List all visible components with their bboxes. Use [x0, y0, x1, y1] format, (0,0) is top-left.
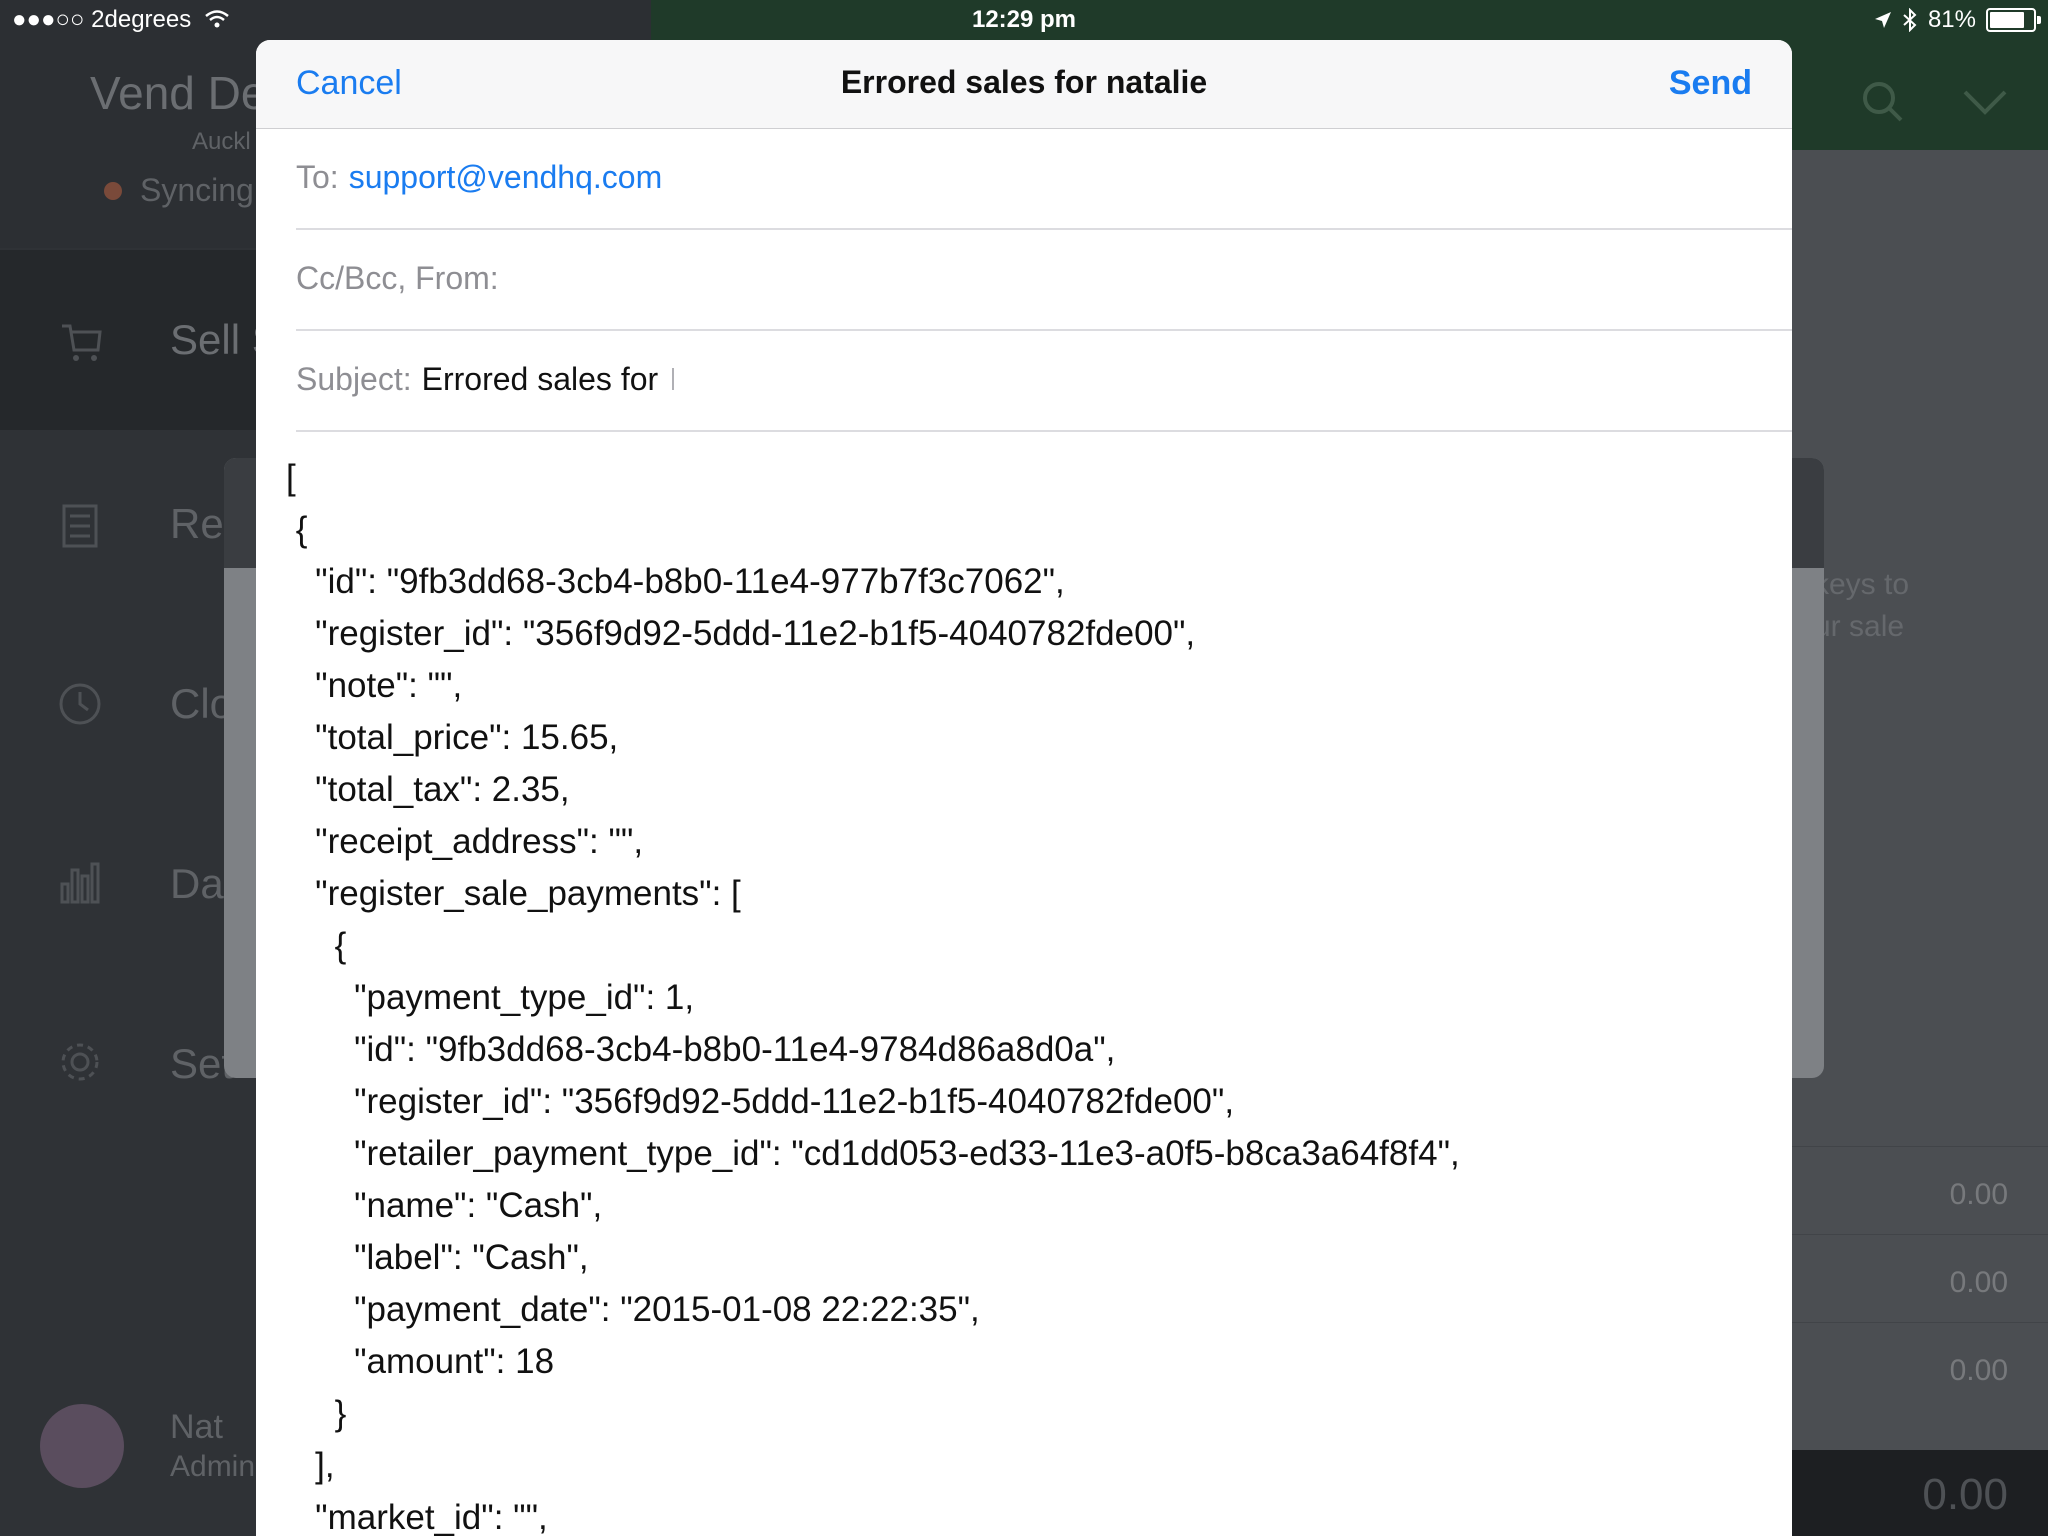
divider — [1792, 1234, 2048, 1235]
divider — [1792, 1146, 2048, 1147]
nav-dashboard-label: Da — [170, 860, 224, 907]
bar-chart-icon — [60, 862, 100, 904]
sync-status: Syncing — [140, 172, 254, 208]
sale-sidebar: keys to ur sale 0.00 0.00 0.00 — [1792, 150, 2048, 1536]
to-field[interactable]: To: support@vendhq.com — [296, 129, 1792, 230]
total-amount: 0.00 — [1922, 1470, 2008, 1519]
gear-icon — [61, 1043, 99, 1081]
battery-icon — [1986, 8, 2041, 32]
clock-icon — [59, 683, 101, 725]
mail-compose-sheet: Cancel Errored sales for natalie Send To… — [256, 40, 1792, 1536]
status-bar: ●●●○○ 2degrees 12:29 pm 81% — [0, 0, 2048, 40]
chevron-down-icon[interactable] — [1961, 88, 2009, 118]
to-recipient[interactable]: support@vendhq.com — [349, 159, 663, 196]
location-arrow-icon — [1874, 12, 1891, 28]
subject-input[interactable]: Errored sales for — [422, 361, 659, 398]
quick-keys-hint-line1: keys to — [1814, 568, 1910, 601]
nav-item-settings[interactable]: Set — [0, 1020, 256, 1120]
user-role: Admin — [170, 1450, 256, 1483]
subject-label: Subject: — [296, 361, 412, 397]
message-body[interactable]: [ { "id": "9fb3dd68-3cb4-b8b0-11e4-977b7… — [286, 452, 1766, 1536]
amount-1: 0.00 — [1949, 1178, 2008, 1211]
compose-nav-bar: Cancel Errored sales for natalie Send — [256, 40, 1792, 129]
receipt-icon — [62, 504, 98, 548]
divider — [1792, 1322, 2048, 1323]
avatar[interactable] — [40, 1404, 124, 1488]
to-label: To: — [296, 159, 339, 195]
nav-item-close[interactable]: Clo — [0, 660, 256, 760]
amount-2: 0.00 — [1949, 1266, 2008, 1299]
cc-bcc-from-label: Cc/Bcc, From: — [296, 260, 499, 296]
search-icon[interactable] — [1861, 80, 1905, 124]
user-name: Nat — [170, 1408, 223, 1446]
battery-percent: 81% — [1927, 6, 1976, 33]
store-title: Vend De — [90, 67, 267, 119]
subject-field[interactable]: Subject: Errored sales for — [296, 331, 1792, 432]
nav-item-dashboard[interactable]: Da — [0, 840, 256, 940]
amount-3: 0.00 — [1949, 1354, 2008, 1387]
nav-item-retail[interactable]: Ret — [0, 480, 256, 580]
send-button[interactable]: Send — [1669, 64, 1752, 103]
clock-time: 12:29 pm — [971, 6, 1077, 33]
cart-icon — [62, 324, 102, 361]
quick-keys-hint-line2: ur sale — [1814, 610, 1905, 643]
text-caret — [672, 368, 675, 390]
compose-title: Errored sales for natalie — [840, 64, 1208, 100]
sync-status-dot — [104, 182, 122, 200]
total-bar[interactable]: 0.00 — [1792, 1450, 2048, 1536]
cc-bcc-from-field[interactable]: Cc/Bcc, From: — [296, 230, 1792, 331]
store-location: Auckl — [192, 128, 251, 155]
bluetooth-icon — [1903, 8, 1917, 32]
